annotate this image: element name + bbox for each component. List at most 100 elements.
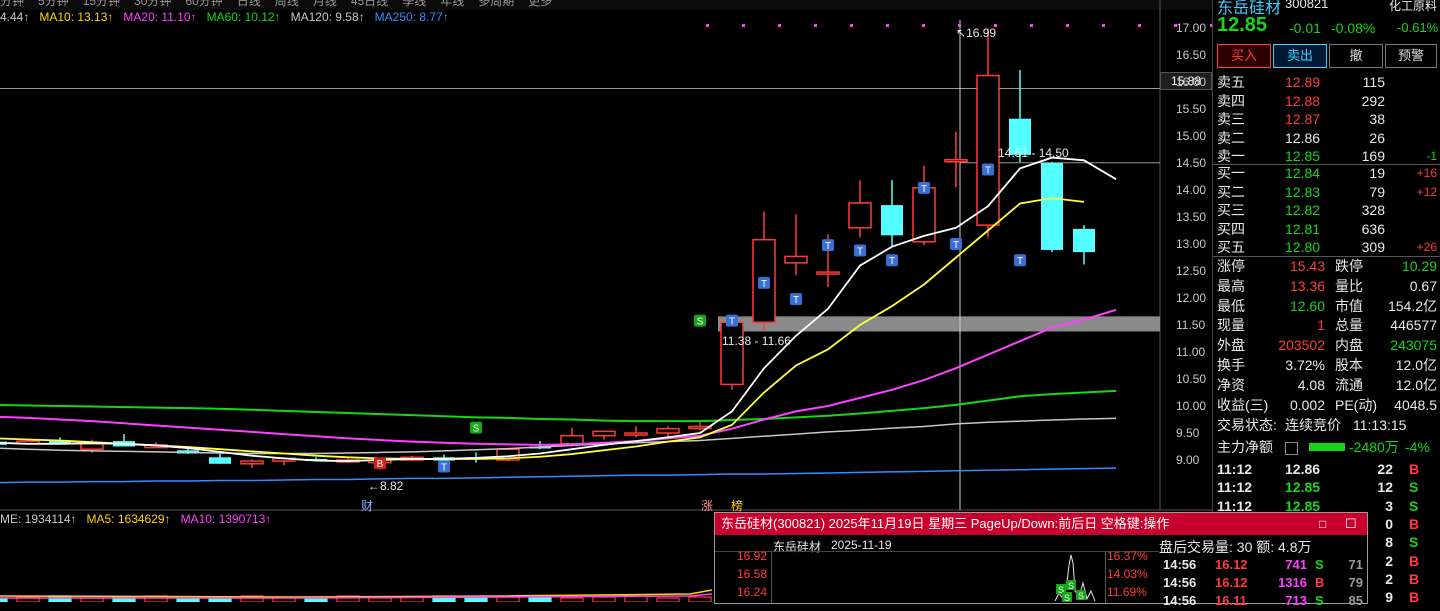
signal-marker[interactable]: S	[470, 421, 482, 435]
signal-marker[interactable]: T	[790, 293, 802, 306]
event-dot	[850, 24, 853, 27]
limit-up-marker[interactable]: 涨	[701, 497, 713, 514]
ask-row[interactable]: 卖四 12.88 292	[1213, 92, 1440, 110]
popup-title-bar[interactable]: 东岳硅材(300821) 2025年11月19日 星期三 PageUp/Down…	[715, 513, 1367, 535]
signal-marker[interactable]: S	[694, 314, 706, 328]
event-dot	[742, 24, 745, 27]
popup-tick-row[interactable]: 14:56 16.12 741 S 71	[1159, 557, 1367, 575]
popup-date: 2025-11-19	[831, 538, 892, 552]
book-price: 12.88	[1285, 92, 1321, 109]
sector-name[interactable]: 化工原料	[1389, 0, 1437, 14]
book-price: 12.82	[1285, 202, 1321, 218]
signal-marker[interactable]: T	[438, 460, 450, 473]
sell-button[interactable]: 卖出	[1273, 44, 1327, 68]
low-value: 8.82	[380, 479, 404, 493]
stat-label: 流通	[1335, 376, 1363, 393]
signal-marker[interactable]: T	[822, 239, 834, 252]
candle[interactable]	[592, 430, 616, 440]
candle[interactable]	[752, 211, 776, 331]
popup-axis-right	[1105, 551, 1106, 603]
stat-value: 243075	[1390, 337, 1437, 354]
popup-tick-count: 71	[1348, 557, 1363, 572]
signal-marker[interactable]: B	[374, 457, 386, 470]
stat-value: 12.0亿	[1395, 376, 1437, 393]
stat-row: 最高 13.36 量比 0.67	[1213, 277, 1440, 295]
candle-body	[848, 202, 872, 229]
ask-row[interactable]: 卖三 12.87 38	[1213, 110, 1440, 128]
ask-row[interactable]: 卖二 12.86 26	[1213, 129, 1440, 147]
popup-price-label: 16.24	[737, 585, 768, 599]
signal-marker[interactable]: T	[982, 163, 994, 176]
candle-body	[80, 443, 104, 450]
signal-marker[interactable]: T	[918, 181, 930, 195]
signal-marker[interactable]: T	[950, 238, 962, 251]
popup-pct-label: 11.69%	[1107, 585, 1147, 599]
candle-body	[881, 205, 903, 236]
candle[interactable]	[624, 425, 648, 438]
price-axis-label: 16.50	[1176, 48, 1207, 62]
price-axis-label: 13.50	[1176, 210, 1207, 224]
popup-tick-side: S	[1315, 593, 1324, 608]
gap-band	[718, 316, 1160, 332]
ask-row[interactable]: 卖五 12.89 115	[1213, 73, 1440, 91]
volume-bar	[560, 597, 584, 602]
candle[interactable]	[688, 422, 712, 431]
event-dot	[1066, 24, 1069, 27]
stat-label: 净资	[1217, 376, 1245, 393]
price-axis-label: 17.00	[1176, 21, 1207, 35]
event-dot	[922, 24, 925, 27]
candle[interactable]	[1073, 225, 1095, 265]
ask-row[interactable]: 卖一 12.85 169 -1	[1213, 147, 1440, 165]
after-hours-label: 盘后交易量: 30 额: 4.8万	[1159, 539, 1312, 555]
candle[interactable]	[881, 180, 903, 248]
candle[interactable]	[944, 131, 968, 188]
cancel-order-button[interactable]: 撤	[1329, 44, 1383, 68]
bid-row[interactable]: 买五 12.80 309 +26	[1213, 238, 1440, 256]
candle[interactable]	[240, 459, 264, 469]
intraday-popup[interactable]: 东岳硅材(300821) 2025年11月19日 星期三 PageUp/Down…	[714, 512, 1368, 608]
candle[interactable]	[209, 453, 231, 464]
signal-marker[interactable]: T	[886, 254, 898, 267]
trade-status-time: 11:13:15	[1353, 417, 1407, 433]
book-label: 买三	[1217, 202, 1245, 218]
bid-row[interactable]: 买一 12.84 19 +16	[1213, 164, 1440, 182]
price-axis-label: 13.00	[1176, 237, 1207, 251]
main-flow-row[interactable]: 主力净额 -2480万 -4%	[1213, 438, 1440, 456]
candle[interactable]	[784, 214, 808, 276]
signal-marker[interactable]: T	[1014, 254, 1026, 267]
popup-tick-row[interactable]: 14:56 16.12 1316 B 79	[1159, 575, 1367, 593]
tick-row[interactable]: 11:12 12.86 22 B	[1213, 460, 1440, 478]
minimize-icon[interactable]: ☐	[1345, 513, 1357, 535]
sector-change-pct: -0.61%	[1397, 20, 1439, 35]
signal-marker[interactable]: T	[726, 314, 738, 328]
bid-row[interactable]: 买二 12.83 79 +12	[1213, 183, 1440, 201]
bid-row[interactable]: 买四 12.81 636	[1213, 220, 1440, 238]
book-volume: 115	[1362, 74, 1385, 90]
finance-marker[interactable]: 财	[361, 497, 373, 514]
price-axis-label: 15.00	[1176, 129, 1207, 143]
stat-row: 最低 12.60 市值 154.2亿	[1213, 297, 1440, 315]
bid-row[interactable]: 买三 12.82 328	[1213, 201, 1440, 219]
signal-marker[interactable]: T	[758, 276, 770, 290]
signal-marker-text: T	[441, 462, 447, 473]
buy-button[interactable]: 买入	[1217, 44, 1271, 68]
stock-code: 300821	[1285, 0, 1329, 11]
popup-tick-time: 14:56	[1163, 557, 1197, 572]
candle-body	[656, 427, 680, 434]
volume-bar	[592, 596, 616, 602]
signal-marker[interactable]: T	[854, 244, 866, 257]
signal-marker-text: T	[921, 184, 927, 195]
candle[interactable]	[1041, 161, 1063, 253]
stat-label: 市值	[1335, 297, 1363, 314]
tick-row[interactable]: 11:12 12.85 12 S	[1213, 478, 1440, 496]
range-lower-label: 11.38 - 11.66	[722, 334, 791, 348]
popup-price-label: 16.58	[737, 567, 768, 581]
book-volume: 79	[1369, 183, 1385, 200]
candle-body	[240, 460, 264, 465]
restore-icon[interactable]: □	[1319, 513, 1326, 535]
candle[interactable]	[720, 321, 744, 390]
alert-button[interactable]: 预警	[1385, 44, 1437, 68]
tick-price: 12.85	[1285, 479, 1321, 496]
candle[interactable]	[848, 180, 872, 238]
popup-tick-row[interactable]: 14:56 16.11 713 S 85	[1159, 593, 1367, 611]
